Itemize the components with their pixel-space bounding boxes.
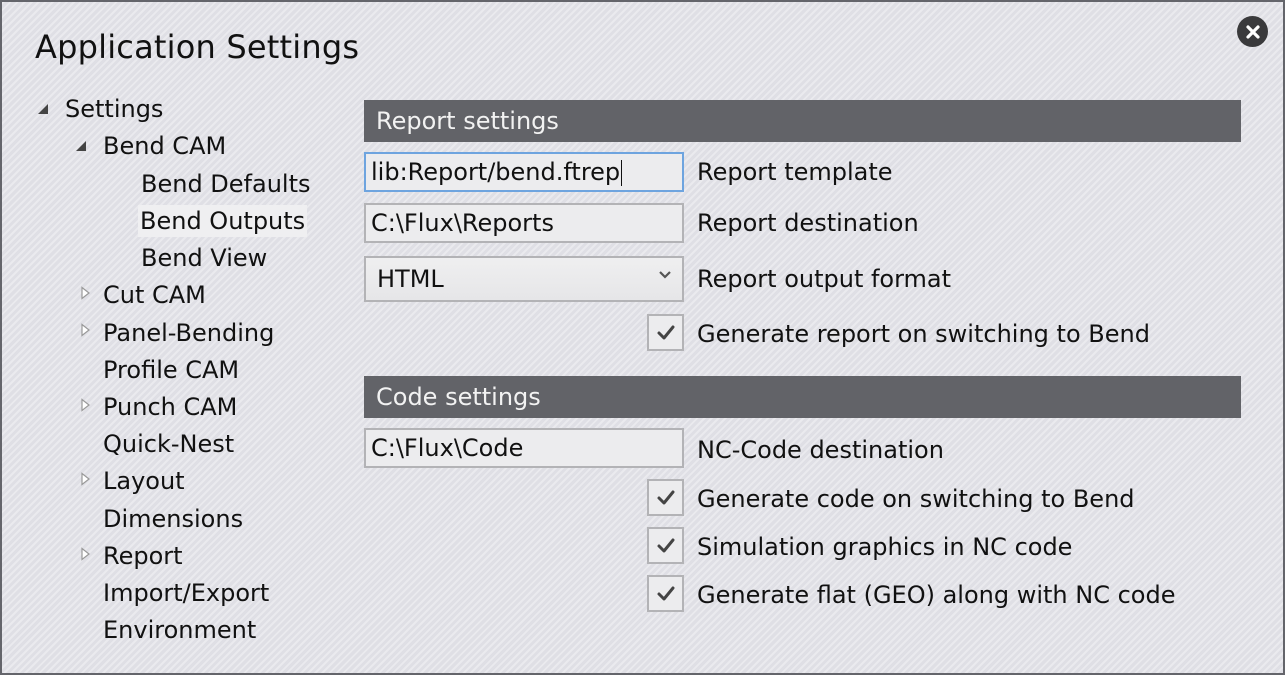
collapsed-arrow-icon[interactable] — [79, 472, 93, 486]
tree-item-report[interactable]: Report — [101, 540, 185, 572]
tree-item-quick-nest[interactable]: Quick-Nest — [101, 428, 236, 460]
chevron-down-icon — [659, 271, 671, 279]
simulation-graphics-checkbox[interactable] — [647, 527, 684, 564]
collapsed-arrow-icon[interactable] — [79, 398, 93, 412]
tree-item-settings[interactable]: Settings — [63, 93, 165, 125]
collapsed-arrow-icon[interactable] — [79, 547, 93, 561]
generate-code-checkbox[interactable] — [647, 479, 684, 516]
tree-item-bend-cam[interactable]: Bend CAM — [101, 130, 228, 162]
tree-item-environment[interactable]: Environment — [101, 614, 258, 646]
report-destination-input[interactable]: C:\Flux\Reports — [364, 203, 684, 243]
generate-code-label: Generate code on switching to Bend — [697, 485, 1135, 513]
tree-item-profile-cam[interactable]: Profile CAM — [101, 354, 241, 386]
report-output-format-label: Report output format — [697, 265, 952, 293]
text-caret — [621, 160, 623, 186]
tree-item-panel-bending[interactable]: Panel-Bending — [101, 317, 276, 349]
tree-item-bend-outputs[interactable]: Bend Outputs — [138, 205, 308, 237]
checkmark-icon — [657, 325, 674, 339]
tree-item-dimensions[interactable]: Dimensions — [101, 503, 245, 535]
generate-report-label: Generate report on switching to Bend — [697, 320, 1150, 348]
report-template-input[interactable]: lib:Report/bend.ftrep — [364, 152, 684, 192]
nc-code-destination-label: NC-Code destination — [697, 436, 944, 464]
generate-flat-geo-label: Generate flat (GEO) along with NC code — [697, 581, 1176, 609]
close-button[interactable] — [1237, 16, 1268, 47]
report-template-value: lib:Report/bend.ftrep — [371, 158, 621, 186]
code-settings-header: Code settings — [364, 376, 1241, 418]
close-icon — [1245, 24, 1260, 39]
collapsed-arrow-icon[interactable] — [79, 323, 93, 337]
nc-code-destination-input[interactable]: C:\Flux\Code — [364, 428, 684, 468]
report-output-format-value: HTML — [377, 265, 444, 293]
tree-item-layout[interactable]: Layout — [101, 465, 187, 497]
tree-item-cut-cam[interactable]: Cut CAM — [101, 279, 208, 311]
expanded-arrow-icon[interactable] — [36, 102, 50, 116]
application-settings-dialog: Application Settings Settings Bend CAM B… — [2, 2, 1283, 673]
tree-item-bend-defaults[interactable]: Bend Defaults — [139, 168, 313, 200]
checkmark-icon — [657, 538, 674, 552]
report-template-label: Report template — [697, 158, 893, 186]
generate-report-checkbox[interactable] — [647, 314, 684, 351]
report-destination-label: Report destination — [697, 209, 919, 237]
dialog-title: Application Settings — [35, 28, 360, 66]
generate-flat-geo-checkbox[interactable] — [647, 575, 684, 612]
report-output-format-select[interactable]: HTML — [364, 256, 684, 302]
tree-item-bend-view[interactable]: Bend View — [139, 242, 269, 274]
checkmark-icon — [657, 586, 674, 600]
simulation-graphics-label: Simulation graphics in NC code — [697, 533, 1073, 561]
tree-item-import-export[interactable]: Import/Export — [101, 577, 271, 609]
tree-item-punch-cam[interactable]: Punch CAM — [101, 391, 239, 423]
collapsed-arrow-icon[interactable] — [79, 286, 93, 300]
expanded-arrow-icon[interactable] — [74, 139, 88, 153]
report-settings-header: Report settings — [364, 100, 1241, 142]
checkmark-icon — [657, 490, 674, 504]
